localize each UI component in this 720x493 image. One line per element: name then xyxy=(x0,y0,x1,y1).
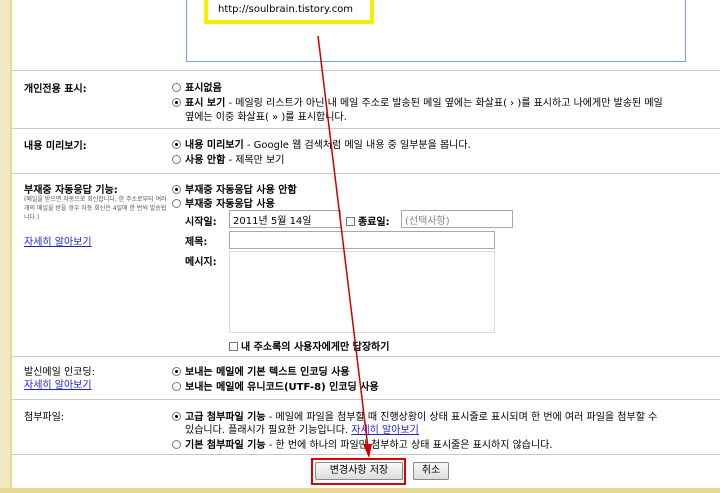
personal-indicator-on-option[interactable]: 표시 보기 - 메일링 리스트가 아닌 내 메일 주소로 발송된 메일 옆에는 … xyxy=(172,94,663,109)
snippets-on-option[interactable]: 내용 미리보기 - Google 웹 검색처럼 메일 내용 중 일부분을 봅니다… xyxy=(172,136,471,151)
message-textarea[interactable] xyxy=(229,251,495,333)
save-button[interactable]: 변경사항 저장 xyxy=(315,462,403,480)
radio-selected-icon[interactable] xyxy=(172,412,181,421)
start-date-input[interactable]: 2011년 5월 14일 xyxy=(229,210,341,228)
checkbox-icon[interactable] xyxy=(346,217,355,226)
snippets-off-option[interactable]: 사용 안함 - 제목만 보기 xyxy=(172,151,284,166)
radio-icon[interactable] xyxy=(172,440,181,449)
vacation-on-option[interactable]: 부재중 자동응답 사용 xyxy=(172,195,275,210)
encoding-section: 발신메일 인코딩: 자세히 알아보기 보내는 메일에 기본 텍스트 인코딩 사용… xyxy=(12,357,720,400)
end-date-checkbox[interactable]: 종료일: xyxy=(346,213,390,228)
vacation-learn-more-link[interactable]: 자세히 알아보기 xyxy=(24,233,92,248)
snippets-section: 내용 미리보기: 내용 미리보기 - Google 웹 검색처럼 메일 내용 중… xyxy=(12,128,720,174)
radio-icon[interactable] xyxy=(172,382,181,391)
end-date-input[interactable]: (선택사항) xyxy=(401,210,513,228)
vacation-section: 부재중 자동응답 기능: (메일을 받으면 자동으로 회신합니다. 한 주소로부… xyxy=(12,174,720,357)
snippets-label: 내용 미리보기: xyxy=(24,141,87,152)
subject-input[interactable] xyxy=(229,231,495,249)
radio-selected-icon[interactable] xyxy=(172,367,181,376)
radio-icon[interactable] xyxy=(172,155,181,164)
attachments-learn-more-link[interactable]: 자세히 알아보기 xyxy=(351,425,419,436)
radio-selected-icon[interactable] xyxy=(172,98,181,107)
radio-icon[interactable] xyxy=(172,83,181,92)
radio-selected-icon[interactable] xyxy=(172,140,181,149)
vacation-off-option[interactable]: 부재중 자동응답 사용 안함 xyxy=(172,181,297,196)
encoding-learn-more-link[interactable]: 자세히 알아보기 xyxy=(24,376,92,391)
signature-highlight: http://soulbrain.tistory.com xyxy=(204,0,374,24)
attachments-label: 첨부파일: xyxy=(24,412,65,423)
personal-indicator-label: 개인전용 표시: xyxy=(24,84,87,95)
radio-selected-icon[interactable] xyxy=(172,185,181,194)
cancel-button[interactable]: 취소 xyxy=(413,462,449,480)
vacation-label: 부재중 자동응답 기능: xyxy=(24,185,118,196)
personal-indicator-off-option[interactable]: 표시없음 xyxy=(172,79,222,94)
encoding-utf8-option[interactable]: 보내는 메일에 유니코드(UTF-8) 인코딩 사용 xyxy=(172,378,379,393)
signature-url: http://soulbrain.tistory.com xyxy=(218,4,354,15)
encoding-default-option[interactable]: 보내는 메일에 기본 텍스트 인코딩 사용 xyxy=(172,363,350,378)
personal-indicator-section: 개인전용 표시: 표시없음 표시 보기 - 메일링 리스트가 아닌 내 메일 주… xyxy=(12,70,720,129)
message-label: 메시지: xyxy=(185,257,217,268)
radio-icon[interactable] xyxy=(172,199,181,208)
vacation-note: (메일을 받으면 자동으로 회신합니다. 한 주소로부터 여러 개의 메일을 받… xyxy=(24,196,167,221)
attachments-section: 첨부파일: 고급 첨부파일 기능 - 메일에 파일을 첨부할 때 진행상황이 상… xyxy=(12,400,720,455)
checkbox-icon[interactable] xyxy=(229,342,238,351)
subject-label: 제목: xyxy=(185,237,208,248)
start-date-label: 시작일: xyxy=(185,217,217,228)
settings-panel: http://soulbrain.tistory.com 개인전용 표시: 표시… xyxy=(10,0,720,493)
bottom-border xyxy=(0,488,720,493)
contacts-only-checkbox[interactable]: 내 주소록의 사용자에게만 답장하기 xyxy=(229,338,389,353)
personal-indicator-on-desc: 옆에는 이중 화살표( » )를 표시합니다. xyxy=(185,112,347,123)
attachments-basic-option[interactable]: 기본 첨부파일 기능 - 한 번에 하나의 파일만 첨부하고 상태 표시줄은 표… xyxy=(172,436,553,451)
attachments-advanced-desc: 있습니다. 플래시가 필요한 기능입니다. 자세히 알아보기 xyxy=(185,425,419,436)
